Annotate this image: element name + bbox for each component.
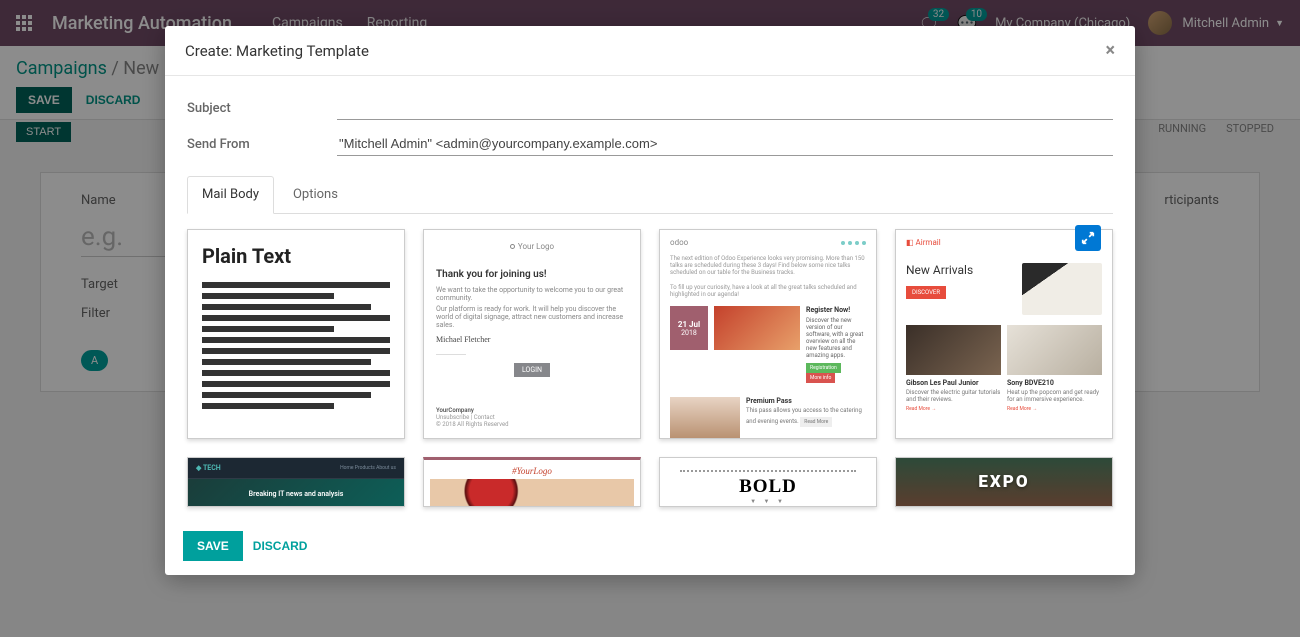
template-expo[interactable]: EXPO [895,457,1113,507]
modal-footer: SAVE DISCARD [165,517,1135,575]
modal-overlay: Create: Marketing Template × Subject Sen… [0,0,1300,637]
tech-brand: ◆ TECH [196,464,221,472]
modal-title: Create: Marketing Template [185,42,369,60]
thanks-logo: Your Logo [436,242,628,251]
thanks-footer-links: Unsubscribe | Contact [436,414,628,421]
odoo-pp-h: Premium Pass [746,397,866,405]
modal-discard-button[interactable]: DISCARD [253,539,308,553]
prod2-readmore: Read More → [1007,406,1102,412]
airmail-heading: New Arrivals [906,263,1022,277]
thanks-p2: Our platform is ready for work. It will … [436,305,628,329]
odoo-register-h: Register Now! [806,306,866,314]
thanks-copyright: © 2018 All Rights Reserved [436,421,628,428]
template-tech[interactable]: ◆ TECH Home Products About us Breaking IT… [187,457,405,507]
plain-heading: Plain Text [202,244,390,268]
prod1-desc: Discover the electric guitar tutorials a… [906,389,1000,403]
thanks-heading: Thank you for joining us! [436,269,628,280]
prod2-name: Sony BDVE210 [1007,379,1102,387]
guitar-image [1022,263,1102,315]
airmail-discover-btn: DISCOVER [906,286,946,299]
template-plain-text[interactable]: Plain Text [187,229,405,439]
modal-header: Create: Marketing Template × [165,26,1135,76]
close-icon[interactable]: × [1105,40,1115,61]
modal-body: Subject Send From Mail Body Options Plai… [165,76,1135,517]
tab-mailbody[interactable]: Mail Body [187,176,274,214]
template-odoo-event[interactable]: odoo The next edition of Odoo Experience… [659,229,877,439]
bold-title: BOLD [660,476,876,498]
tabs: Mail Body Options [187,176,1113,214]
from-input[interactable] [337,132,1113,156]
prod1-image [906,325,1001,375]
odoo-intro2: To fill up your curiosity, have a look a… [660,284,876,298]
from-label: Send From [187,137,337,152]
thanks-sig-name: Michael Fletcher [436,335,628,344]
tech-nav: Home Products About us [340,465,396,471]
modal-save-button[interactable]: SAVE [183,531,243,561]
template-food[interactable]: #YourLogo [423,457,641,507]
subject-label: Subject [187,101,337,116]
food-image [430,479,634,507]
subject-input[interactable] [337,96,1113,120]
expand-icon[interactable] [1075,225,1101,251]
odoo-register-p: Discover the new version of our software… [806,317,863,359]
prod1-name: Gibson Les Paul Junior [906,379,1001,387]
prod2-image [1007,325,1102,375]
thanks-p1: We want to take the opportunity to welco… [436,286,628,302]
odoo-date: 21 Jul2018 [670,306,708,350]
template-thumbnails: Plain Text Your Logo Thank you for joini… [187,229,1113,517]
template-thank-you[interactable]: Your Logo Thank you for joining us! We w… [423,229,641,439]
template-airmail[interactable]: ◧ Airmail New Arrivals DISCOVER Gibs [895,229,1113,439]
food-logo: #YourLogo [424,460,640,479]
prod2-desc: Heat up the popcorn and get ready for an… [1007,389,1099,403]
thanks-company: YourCompany [436,407,628,414]
odoo-intro1: The next edition of Odoo Experience look… [660,255,876,276]
create-template-modal: Create: Marketing Template × Subject Sen… [165,26,1135,575]
expo-title: EXPO [896,458,1112,492]
prod1-readmore: Read More → [906,406,1001,412]
odoo-brand: odoo [670,238,688,247]
template-bold[interactable]: BOLD ▼ ▼ ▼ [659,457,877,507]
odoo-crowd-image [714,306,800,350]
tech-headline: Breaking IT news and analysis [188,479,404,507]
tab-options[interactable]: Options [278,176,353,213]
odoo-food-image [670,397,740,439]
thanks-login-btn: LOGIN [514,363,550,377]
